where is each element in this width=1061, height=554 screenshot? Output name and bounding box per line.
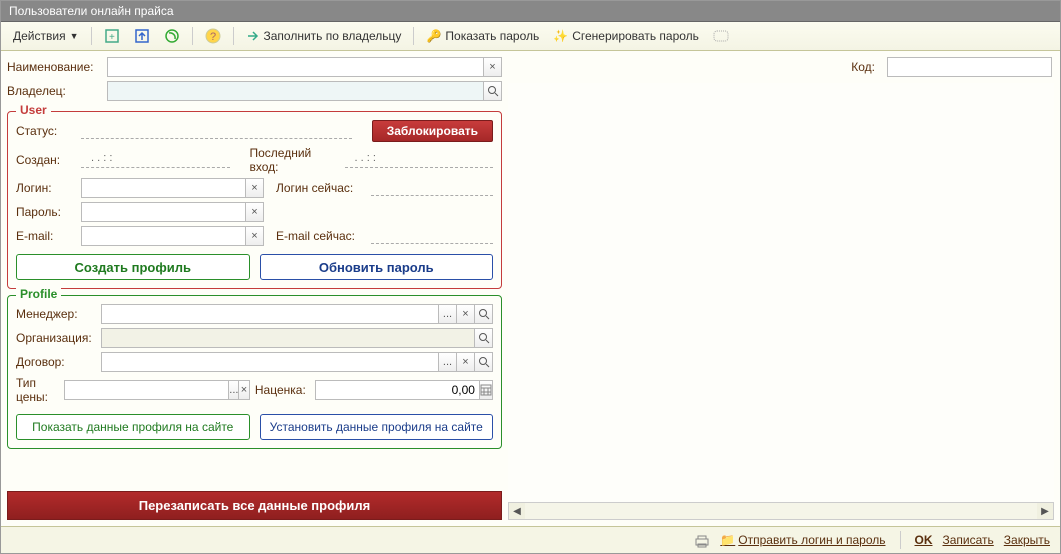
statusbar: 📁 Отправить логин и пароль OK Записать З… [1, 526, 1060, 553]
price-type-input[interactable] [64, 380, 229, 400]
email-now-value [371, 228, 493, 244]
login-now-value [371, 180, 493, 196]
last-login-value: . . : : [345, 152, 494, 168]
fill-by-owner-button[interactable]: Заполнить по владельцу [240, 26, 408, 46]
password-label: Пароль: [16, 205, 81, 219]
toolbar-icon-extra[interactable] [707, 27, 735, 45]
clear-icon[interactable]: × [457, 352, 475, 372]
calculator-icon[interactable] [480, 380, 493, 400]
save-button[interactable]: Записать [943, 533, 994, 547]
show-password-button[interactable]: 🔑 Показать пароль [420, 26, 545, 46]
close-button[interactable]: Закрыть [1004, 533, 1050, 547]
login-now-label: Логин сейчас: [276, 181, 371, 195]
password-input[interactable] [81, 202, 246, 222]
manager-label: Менеджер: [16, 307, 101, 321]
created-label: Создан: [16, 153, 81, 167]
gen-password-label: Сгенерировать пароль [572, 29, 699, 43]
help-icon[interactable]: ? [199, 25, 227, 47]
clear-icon[interactable]: × [246, 226, 264, 246]
user-fieldset: User Статус: Заблокировать Создан: . . :… [7, 111, 502, 289]
clear-icon[interactable]: × [246, 202, 264, 222]
name-label: Наименование: [7, 60, 107, 74]
set-profile-data-button[interactable]: Установить данные профиля на сайте [260, 414, 494, 440]
name-input[interactable] [107, 57, 484, 77]
ellipsis-icon[interactable]: ... [229, 380, 239, 400]
sparkle-icon: ✨ [553, 29, 568, 43]
printer-icon[interactable] [694, 532, 710, 548]
lookup-icon[interactable] [475, 328, 493, 348]
folder-icon: 📁 [720, 533, 735, 547]
code-label: Код: [851, 60, 881, 74]
clear-icon[interactable]: × [239, 380, 249, 400]
key-icon: 🔑 [426, 29, 441, 43]
status-value [81, 123, 352, 139]
profile-legend: Profile [16, 287, 61, 301]
email-input[interactable] [81, 226, 246, 246]
chevron-down-icon: ▼ [70, 31, 79, 41]
manager-input[interactable] [101, 304, 439, 324]
login-label: Логин: [16, 181, 81, 195]
lookup-icon[interactable] [475, 304, 493, 324]
show-password-label: Показать пароль [445, 29, 539, 43]
ellipsis-icon[interactable]: ... [439, 352, 457, 372]
toolbar-icon-2[interactable] [128, 25, 156, 47]
send-login-button[interactable]: 📁 Отправить логин и пароль [720, 533, 885, 547]
send-login-label: Отправить логин и пароль [738, 533, 885, 547]
profile-fieldset: Profile Менеджер: ... × Организация: Дог… [7, 295, 502, 449]
right-panel [508, 83, 1054, 502]
toolbar-icon-1[interactable]: + [98, 25, 126, 47]
scroll-left-icon[interactable]: ◀ [509, 506, 525, 517]
block-button[interactable]: Заблокировать [372, 120, 493, 142]
price-type-label: Тип цены: [16, 376, 64, 404]
user-legend: User [16, 103, 51, 117]
owner-input[interactable] [107, 81, 484, 101]
status-label: Статус: [16, 124, 81, 138]
clear-icon[interactable]: × [246, 178, 264, 198]
contract-label: Договор: [16, 355, 101, 369]
email-now-label: E-mail сейчас: [276, 229, 371, 243]
generate-password-button[interactable]: ✨ Сгенерировать пароль [547, 26, 705, 46]
actions-button[interactable]: Действия ▼ [7, 26, 85, 46]
rewrite-all-button[interactable]: Перезаписать все данные профиля [7, 491, 502, 520]
lookup-icon[interactable] [484, 81, 502, 101]
login-input[interactable] [81, 178, 246, 198]
toolbar-icon-3[interactable] [158, 25, 186, 47]
clear-icon[interactable]: × [457, 304, 475, 324]
org-label: Организация: [16, 331, 101, 345]
last-login-label: Последний вход: [250, 146, 345, 174]
ok-button[interactable]: OK [915, 533, 933, 547]
window-title: Пользователи онлайн прайса [1, 1, 1060, 22]
create-profile-button[interactable]: Создать профиль [16, 254, 250, 280]
svg-text:?: ? [210, 31, 216, 43]
update-password-button[interactable]: Обновить пароль [260, 254, 494, 280]
show-profile-data-button[interactable]: Показать данные профиля на сайте [16, 414, 250, 440]
markup-label: Наценка: [255, 383, 312, 397]
lookup-icon[interactable] [475, 352, 493, 372]
contract-input[interactable] [101, 352, 439, 372]
org-input[interactable] [101, 328, 475, 348]
code-input[interactable] [887, 57, 1052, 77]
email-label: E-mail: [16, 229, 81, 243]
toolbar: Действия ▼ + ? Заполнить по владельцу 🔑 … [1, 22, 1060, 51]
owner-label: Владелец: [7, 84, 107, 98]
horizontal-scrollbar[interactable]: ◀ ▶ [508, 502, 1054, 520]
svg-text:+: + [109, 32, 115, 43]
created-value: . . : : [81, 152, 230, 168]
fill-by-owner-label: Заполнить по владельцу [264, 29, 402, 43]
actions-label: Действия [13, 29, 66, 43]
ellipsis-icon[interactable]: ... [439, 304, 457, 324]
clear-icon[interactable]: × [484, 57, 502, 77]
scroll-right-icon[interactable]: ▶ [1037, 506, 1053, 517]
markup-input[interactable] [315, 380, 480, 400]
